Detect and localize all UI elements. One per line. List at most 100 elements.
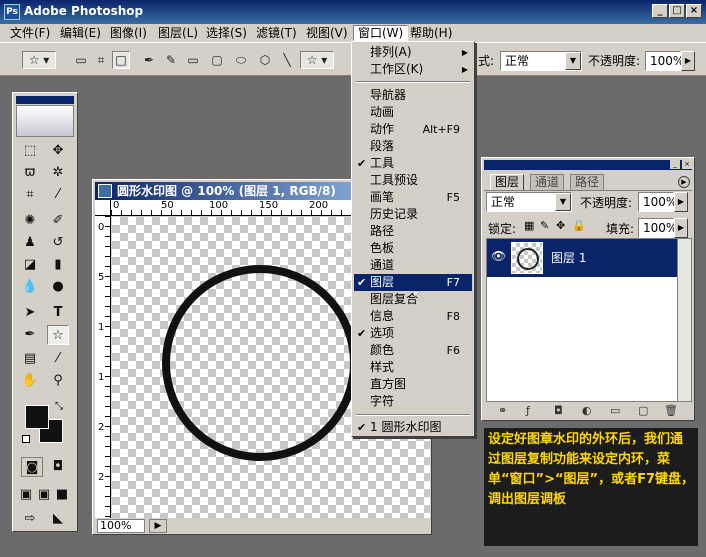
type-tool-icon[interactable]: T: [47, 303, 69, 323]
menu-item-arrange[interactable]: 排列(A) ▶: [354, 44, 472, 61]
rounded-rectangle-icon[interactable]: ▢: [208, 51, 226, 69]
quick-mask-icon[interactable]: ◘: [47, 457, 69, 477]
menu-item-channels[interactable]: 通道: [354, 257, 472, 274]
fill-pixels-icon[interactable]: □: [112, 51, 130, 69]
menu-file[interactable]: 文件(F): [6, 25, 54, 41]
line-icon[interactable]: ╲: [278, 51, 296, 69]
shape-layers-icon[interactable]: ▭: [72, 51, 90, 69]
ruler-origin[interactable]: [95, 200, 111, 216]
brush-tool-icon[interactable]: ✐: [47, 211, 69, 231]
palette-close-button[interactable]: ×: [682, 160, 692, 169]
status-menu-icon[interactable]: ▶: [149, 519, 167, 533]
eraser-tool-icon[interactable]: ◪: [19, 255, 41, 275]
imageready-icon[interactable]: ◣: [47, 509, 69, 529]
fill-arrow[interactable]: ▶: [674, 218, 688, 238]
layer-mask-icon[interactable]: ◘: [554, 404, 563, 417]
menu-item-color[interactable]: 颜色 F6: [354, 342, 472, 359]
move-tool-icon[interactable]: ✥: [47, 141, 69, 161]
menu-view[interactable]: 视图(V): [302, 25, 352, 41]
healing-brush-icon[interactable]: ✺: [19, 211, 41, 231]
menu-item-info[interactable]: 信息 F8: [354, 308, 472, 325]
pen-tool-icon[interactable]: ✒: [19, 325, 41, 345]
mode-select[interactable]: 正常 ▼: [500, 51, 582, 71]
layer-row[interactable]: 👁 图层 1: [487, 239, 677, 277]
screen-mode-menubar-icon[interactable]: ▣: [35, 485, 53, 505]
adjustment-layer-icon[interactable]: ◐: [582, 404, 592, 417]
zoom-tool-icon[interactable]: ⚲: [47, 371, 69, 391]
clone-stamp-icon[interactable]: ♟: [19, 233, 41, 253]
menu-item-paths[interactable]: 路径: [354, 223, 472, 240]
freeform-pen-icon[interactable]: ✎: [162, 51, 180, 69]
opacity-arrow-button[interactable]: ▶: [681, 51, 695, 71]
toolbox-title-bar[interactable]: [16, 96, 74, 104]
dodge-tool-icon[interactable]: ●: [47, 277, 69, 297]
menu-item-tool-presets[interactable]: 工具预设: [354, 172, 472, 189]
menu-item-swatches[interactable]: 色板: [354, 240, 472, 257]
eyedropper-icon[interactable]: ⁄: [47, 349, 69, 369]
menu-item-actions[interactable]: 动作 Alt+F9: [354, 121, 472, 138]
blend-mode-select[interactable]: 正常 ▼: [486, 192, 572, 212]
marquee-tool-icon[interactable]: ⬚: [19, 141, 41, 161]
menu-window[interactable]: 窗口(W): [353, 25, 409, 41]
notes-tool-icon[interactable]: ▤: [19, 349, 41, 369]
zoom-level-field[interactable]: 100%: [97, 519, 145, 533]
palette-title-bar[interactable]: _ ×: [484, 160, 692, 170]
trash-icon[interactable]: 🗑: [664, 404, 678, 417]
rectangle-icon[interactable]: ▭: [184, 51, 202, 69]
foreground-color-swatch[interactable]: [25, 405, 49, 429]
vertical-ruler[interactable]: 0 5 1 1 2 2: [95, 216, 111, 518]
hand-tool-icon[interactable]: ✋: [19, 371, 41, 391]
palette-menu-icon[interactable]: ▶: [678, 176, 690, 188]
new-layer-icon[interactable]: ▢: [638, 404, 648, 417]
menu-item-tools[interactable]: ✔ 工具: [354, 155, 472, 172]
screen-mode-full-icon[interactable]: ■: [53, 485, 71, 505]
layers-scrollbar[interactable]: [677, 239, 691, 401]
menu-item-histogram[interactable]: 直方图: [354, 376, 472, 393]
menu-item-brushes[interactable]: 画笔 F5: [354, 189, 472, 206]
blur-tool-icon[interactable]: 💧: [19, 277, 41, 297]
ellipse-icon[interactable]: ⬭: [232, 51, 250, 69]
jump-to-imageready-icon[interactable]: ⇨: [19, 509, 41, 529]
lock-pixels-icon[interactable]: ✎: [540, 219, 549, 232]
new-group-icon[interactable]: ▭: [610, 404, 620, 417]
gradient-tool-icon[interactable]: ▮: [47, 255, 69, 275]
crop-tool-icon[interactable]: ⌗: [19, 185, 41, 205]
paths-icon[interactable]: ⌗: [92, 51, 110, 69]
menu-item-workspace[interactable]: 工作区(K) ▶: [354, 61, 472, 78]
path-selection-icon[interactable]: ➤: [19, 303, 41, 323]
default-colors-icon[interactable]: [22, 435, 30, 443]
tab-layers[interactable]: 图层: [490, 174, 525, 190]
screen-mode-standard-icon[interactable]: ▣: [17, 485, 35, 505]
custom-shape-tool-icon[interactable]: ☆: [47, 325, 69, 345]
palette-minimize-button[interactable]: _: [670, 160, 680, 169]
custom-shape-button[interactable]: ☆ ▾: [300, 51, 334, 69]
pen-tool-icon[interactable]: ✒: [140, 51, 158, 69]
menu-filter[interactable]: 滤镜(T): [252, 25, 301, 41]
menu-select[interactable]: 选择(S): [202, 25, 251, 41]
feather-logo-icon[interactable]: [16, 105, 74, 137]
fill-input[interactable]: 100%: [638, 218, 677, 238]
tab-channels[interactable]: 通道: [530, 174, 565, 190]
close-button[interactable]: ×: [686, 4, 702, 18]
standard-mode-icon[interactable]: ◙: [21, 457, 43, 477]
lasso-tool-icon[interactable]: ϖ: [19, 163, 41, 183]
menu-item-options[interactable]: ✔ 选项: [354, 325, 472, 342]
swap-colors-icon[interactable]: ⤡: [55, 401, 63, 412]
layer-opacity-arrow[interactable]: ▶: [674, 192, 688, 212]
menu-edit[interactable]: 编辑(E): [56, 25, 105, 41]
magic-wand-icon[interactable]: ✲: [47, 163, 69, 183]
menu-item-paragraph[interactable]: 段落: [354, 138, 472, 155]
lock-transparency-icon[interactable]: ▦: [524, 219, 534, 232]
maximize-button[interactable]: □: [669, 4, 685, 18]
visibility-eye-icon[interactable]: 👁: [491, 249, 506, 263]
tool-preset-picker[interactable]: ☆ ▾: [22, 51, 56, 69]
lock-all-icon[interactable]: 🔒: [572, 219, 586, 232]
menu-layer[interactable]: 图层(L): [154, 25, 202, 41]
menu-item-navigator[interactable]: 导航器: [354, 87, 472, 104]
menu-item-history[interactable]: 历史记录: [354, 206, 472, 223]
menu-item-character[interactable]: 字符: [354, 393, 472, 410]
menu-item-open-document[interactable]: ✔ 1 圆形水印图: [354, 419, 472, 436]
lock-position-icon[interactable]: ✥: [556, 219, 565, 232]
menu-item-styles[interactable]: 样式: [354, 359, 472, 376]
history-brush-icon[interactable]: ↺: [47, 233, 69, 253]
